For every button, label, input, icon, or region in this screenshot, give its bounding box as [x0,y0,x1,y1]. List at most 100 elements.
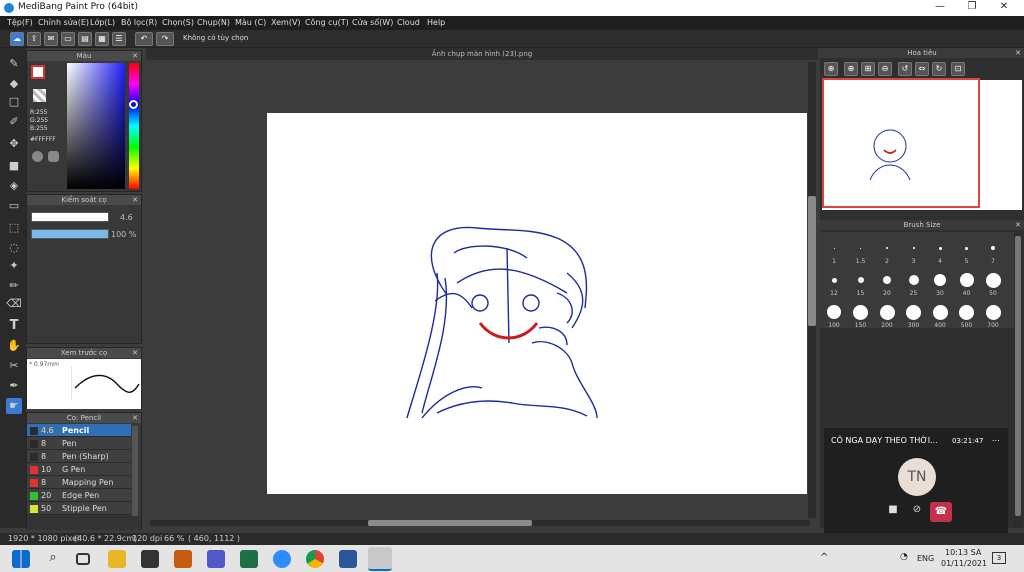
brush-size-dot[interactable] [857,277,864,283]
notification-icon[interactable]: 3 [992,552,1006,564]
primary-color-swatch[interactable] [31,65,45,79]
brush-list-item[interactable]: 8 Pen [27,437,131,450]
brush-size-dot[interactable] [912,247,915,249]
dot-tool-icon[interactable]: ✐ [6,114,22,130]
message-icon[interactable]: ▭ [61,32,75,46]
brush-size-dot[interactable] [853,304,868,320]
excel-icon[interactable] [240,550,258,568]
menu-layer[interactable]: Lớp(L) [90,18,115,27]
brush-list-item[interactable]: 50 Stipple Pen [27,502,131,515]
close-icon[interactable]: ✕ [1015,220,1021,230]
menu-tools[interactable]: Công cụ(T) [305,18,349,27]
language-indicator[interactable]: ENG [917,554,934,563]
grid-icon[interactable]: ▦ [95,32,109,46]
hand-tool-icon[interactable]: ☛ [6,398,22,414]
menu-select[interactable]: Chọn(S) [162,18,194,27]
search-icon[interactable]: ⌕ [44,550,62,568]
menu-cloud[interactable]: Cloud [397,18,420,27]
fill-rect-icon[interactable]: ■ [6,158,22,174]
menu-window[interactable]: Cửa sổ(W) [352,18,393,27]
brush-list-item[interactable]: 8 Pen (Sharp) [27,450,131,463]
eraser-tool-icon[interactable]: ◆ [6,76,22,92]
bucket-tool-icon[interactable]: ◈ [6,178,22,194]
gradient-tool-icon[interactable]: ▭ [6,198,22,214]
brush-list-scrollbar[interactable] [132,426,138,518]
cloud-icon[interactable]: ☁ [10,32,24,46]
size-slider[interactable] [31,212,109,222]
select-pen-icon[interactable]: ✏ [6,278,22,294]
lasso-tool-icon[interactable]: ◌ [6,240,22,256]
close-icon[interactable]: ✕ [132,413,138,423]
word-icon[interactable] [339,550,357,568]
clock-time[interactable]: 10:13 SA [945,548,981,557]
color-square[interactable] [67,63,125,189]
brush-size-scrollbar[interactable] [1014,232,1022,528]
document-canvas[interactable] [267,113,807,494]
close-icon[interactable]: ✕ [132,195,138,205]
brush-size-dot[interactable] [985,304,1001,320]
menu-help[interactable]: Help [427,18,445,27]
brush-size-dot[interactable] [906,304,921,320]
call-more-button[interactable]: ... [992,434,1000,443]
brush-size-dot[interactable] [908,275,919,285]
store-icon[interactable] [141,550,159,568]
move-tool-icon[interactable]: ✥ [6,136,22,152]
lock-icon[interactable]: ⊡ [951,62,965,76]
brush-size-dot[interactable] [934,274,946,286]
transparent-color-swatch[interactable] [33,89,46,102]
brush-size-dot[interactable] [883,276,891,284]
vertical-scroll-thumb[interactable] [808,196,816,326]
hang-up-button[interactable]: ☎ [930,502,952,522]
rotate-right-icon[interactable]: ↻ [932,62,946,76]
rotate-left-icon[interactable]: ↺ [898,62,912,76]
zoom-in-icon-2[interactable]: ⊕ [844,62,858,76]
menu-filter[interactable]: Bộ lọc(R) [121,18,157,27]
brush-size-dot[interactable] [833,247,835,249]
brush-size-dot[interactable] [886,247,888,249]
mic-off-icon[interactable]: ⊘ [908,504,926,520]
comment-icon[interactable]: ✉ [44,32,58,46]
teams-icon[interactable] [207,550,225,568]
opacity-slider[interactable] [31,229,109,239]
zoom-out-icon[interactable]: ⊖ [878,62,892,76]
maximize-button[interactable]: ❐ [962,1,982,12]
vertical-scrollbar[interactable] [808,62,816,518]
brush-list-item[interactable]: 10 G Pen [27,463,131,476]
horizontal-scroll-thumb[interactable] [368,520,532,526]
navigator-preview[interactable] [822,78,1022,210]
divide-tool-icon[interactable]: ✂ [6,358,22,374]
menu-color[interactable]: Màu (C) [235,18,266,27]
hue-slider[interactable] [129,63,139,189]
brush-size-dot[interactable] [860,247,861,249]
rectangle-tool-icon[interactable]: □ [6,94,22,110]
brush-tool-icon[interactable]: ✎ [6,56,22,72]
horizontal-scrollbar[interactable] [150,520,810,526]
undo-icon[interactable]: ↶ [135,32,153,46]
task-view-icon[interactable] [76,553,90,565]
eyedropper-icon[interactable]: ✒ [6,378,22,394]
brush-size-scroll-thumb[interactable] [1015,236,1021,516]
close-icon[interactable]: ✕ [132,348,138,358]
list-icon[interactable]: ☰ [112,32,126,46]
color-picker-icon[interactable] [48,151,59,162]
call-overlay[interactable]: CÔ NGA DẠY THEO THỜI... 03:21:47 ... TN … [824,428,1008,534]
brush-size-dot[interactable] [831,277,837,283]
zoom-in-icon[interactable]: ⊕ [824,62,838,76]
export-icon[interactable]: ⇪ [27,32,41,46]
brush-size-dot[interactable] [991,246,995,250]
camera-off-icon[interactable]: ■ [884,504,902,520]
brush-size-dot[interactable] [959,273,974,287]
flip-icon[interactable]: ⇔ [915,62,929,76]
brush-size-dot[interactable] [932,304,948,320]
close-icon[interactable]: ✕ [132,51,138,61]
document-tab[interactable]: Ảnh chụp màn hình (23).png [146,48,818,60]
brush-size-dot[interactable] [879,304,895,320]
menu-file[interactable]: Tệp(F) [7,18,33,27]
menu-edit[interactable]: Chỉnh sửa(E) [38,18,89,27]
minimize-button[interactable]: — [930,1,950,12]
hue-slider-handle[interactable] [129,100,138,109]
brush-size-dot[interactable] [985,272,1001,288]
close-button[interactable]: ✕ [994,1,1014,12]
network-icon[interactable]: ◔ [900,552,908,562]
file-explorer-icon[interactable] [108,550,126,568]
